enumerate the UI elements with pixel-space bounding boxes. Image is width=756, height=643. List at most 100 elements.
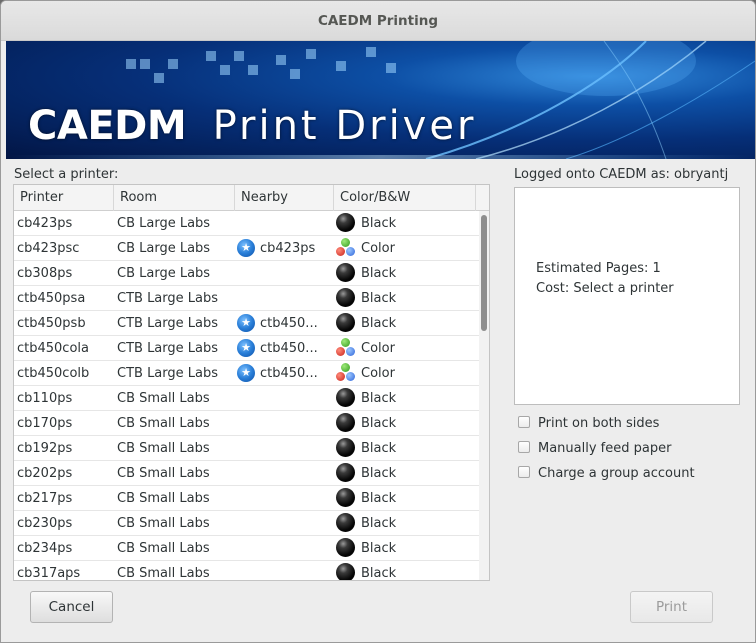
printer-nearby: ★ ctb450... (237, 361, 333, 386)
printer-room: CB Small Labs (117, 541, 210, 556)
cancel-button[interactable]: Cancel (30, 591, 113, 623)
printer-name: cb170ps (17, 416, 73, 431)
printer-color-type: Black (336, 286, 476, 311)
color-type-label: Black (361, 216, 397, 231)
printer-room: CB Small Labs (117, 466, 210, 481)
printer-room: CB Small Labs (117, 391, 210, 406)
printer-room: CB Small Labs (117, 516, 210, 531)
printer-color-type: Black (336, 211, 476, 236)
black-ink-icon (336, 388, 355, 407)
table-row[interactable]: cb192ps CB Small Labs Black (14, 436, 479, 461)
table-row[interactable]: cb423psc CB Large Labs ★ cb423ps Color (14, 236, 479, 261)
nearby-printer-name: cb423ps (260, 241, 316, 256)
print-button[interactable]: Print (630, 591, 713, 623)
nearby-printer-name: ctb450... (260, 316, 318, 331)
printer-room: CTB Large Labs (117, 341, 219, 356)
select-printer-label: Select a printer: (14, 167, 119, 182)
table-row[interactable]: cb170ps CB Small Labs Black (14, 411, 479, 436)
nearby-star-icon: ★ (237, 238, 255, 257)
printer-name: ctb450psa (17, 291, 86, 306)
both-sides-checkbox[interactable] (518, 415, 530, 428)
table-row[interactable]: cb202ps CB Small Labs Black (14, 461, 479, 486)
column-header-room[interactable]: Room (114, 185, 235, 211)
option-group-account[interactable]: Charge a group account (518, 465, 695, 483)
printer-color-type: Black (336, 436, 476, 461)
color-type-label: Black (361, 391, 397, 406)
printer-name: cb110ps (17, 391, 73, 406)
printer-list[interactable]: Printer Room Nearby Color/B&W cb423ps CB … (13, 184, 490, 581)
printer-color-type: Black (336, 261, 476, 286)
color-type-label: Black (361, 441, 397, 456)
color-type-label: Black (361, 316, 397, 331)
column-header-printer[interactable]: Printer (14, 185, 114, 211)
printer-room: CTB Large Labs (117, 291, 219, 306)
table-row[interactable]: cb308ps CB Large Labs Black (14, 261, 479, 286)
table-row[interactable]: ctb450cola CTB Large Labs ★ ctb450... Color (14, 336, 479, 361)
black-ink-icon (336, 563, 355, 580)
black-ink-icon (336, 513, 355, 532)
cost-text: Cost: Select a printer (536, 281, 674, 296)
table-row[interactable]: cb230ps CB Small Labs Black (14, 511, 479, 536)
banner-title: CAEDM Print Driver (28, 103, 476, 149)
color-ink-icon (336, 237, 356, 258)
list-scrollbar-thumb[interactable] (481, 215, 487, 331)
color-type-label: Black (361, 291, 397, 306)
printer-name: cb234ps (17, 541, 73, 556)
color-ink-icon (336, 337, 356, 358)
table-row[interactable]: ctb450psa CTB Large Labs Black (14, 286, 479, 311)
printer-rows: cb423ps CB Large Labs Black cb423psc CB Larg… (14, 211, 479, 581)
black-ink-icon (336, 438, 355, 457)
table-row[interactable]: cb423ps CB Large Labs Black (14, 211, 479, 236)
table-row[interactable]: ctb450psb CTB Large Labs ★ ctb450... Black (14, 311, 479, 336)
nearby-printer-name: ctb450... (260, 366, 318, 381)
estimated-pages: Estimated Pages: 1 (536, 261, 661, 276)
black-ink-icon (336, 488, 355, 507)
printer-color-type: Color (336, 236, 476, 261)
printer-room: CB Small Labs (117, 566, 210, 581)
printer-name: cb202ps (17, 466, 73, 481)
printer-name: cb317aps (17, 566, 81, 581)
printer-color-type: Black (336, 511, 476, 536)
color-type-label: Black (361, 541, 397, 556)
banner-title-print-driver: Print Driver (212, 103, 477, 149)
black-ink-icon (336, 313, 355, 332)
color-type-label: Black (361, 466, 397, 481)
printer-room: CB Large Labs (117, 216, 211, 231)
printer-room: CTB Large Labs (117, 316, 219, 331)
printer-color-type: Black (336, 411, 476, 436)
manual-feed-label: Manually feed paper (538, 441, 672, 456)
printer-name: cb308ps (17, 266, 73, 281)
table-row[interactable]: cb217ps CB Small Labs Black (14, 486, 479, 511)
color-type-label: Black (361, 516, 397, 531)
black-ink-icon (336, 213, 355, 232)
printer-room: CB Large Labs (117, 241, 211, 256)
nearby-star-icon: ★ (237, 313, 255, 332)
black-ink-icon (336, 463, 355, 482)
table-row[interactable]: cb234ps CB Small Labs Black (14, 536, 479, 561)
color-type-label: Color (361, 341, 395, 356)
black-ink-icon (336, 263, 355, 282)
printer-name: cb423ps (17, 216, 73, 231)
list-scrollbar[interactable] (479, 211, 489, 580)
printer-room: CB Large Labs (117, 266, 211, 281)
nearby-printer-name: ctb450... (260, 341, 318, 356)
printer-name: ctb450colb (17, 366, 90, 381)
color-type-label: Color (361, 366, 395, 381)
printer-color-type: Black (336, 461, 476, 486)
group-account-checkbox[interactable] (518, 465, 530, 478)
table-row[interactable]: cb317aps CB Small Labs Black (14, 561, 479, 581)
option-manual-feed[interactable]: Manually feed paper (518, 440, 671, 458)
table-row[interactable]: cb110ps CB Small Labs Black (14, 386, 479, 411)
column-header-color-bw[interactable]: Color/B&W (334, 185, 476, 211)
black-ink-icon (336, 413, 355, 432)
table-row[interactable]: ctb450colb CTB Large Labs ★ ctb450... Color (14, 361, 479, 386)
column-header-nearby[interactable]: Nearby (235, 185, 334, 211)
color-type-label: Black (361, 266, 397, 281)
option-both-sides[interactable]: Print on both sides (518, 415, 659, 433)
group-account-label: Charge a group account (538, 466, 695, 481)
printer-name: cb230ps (17, 516, 73, 531)
manual-feed-checkbox[interactable] (518, 440, 530, 453)
printer-color-type: Black (336, 486, 476, 511)
printer-color-type: Color (336, 336, 476, 361)
printer-color-type: Black (336, 311, 476, 336)
